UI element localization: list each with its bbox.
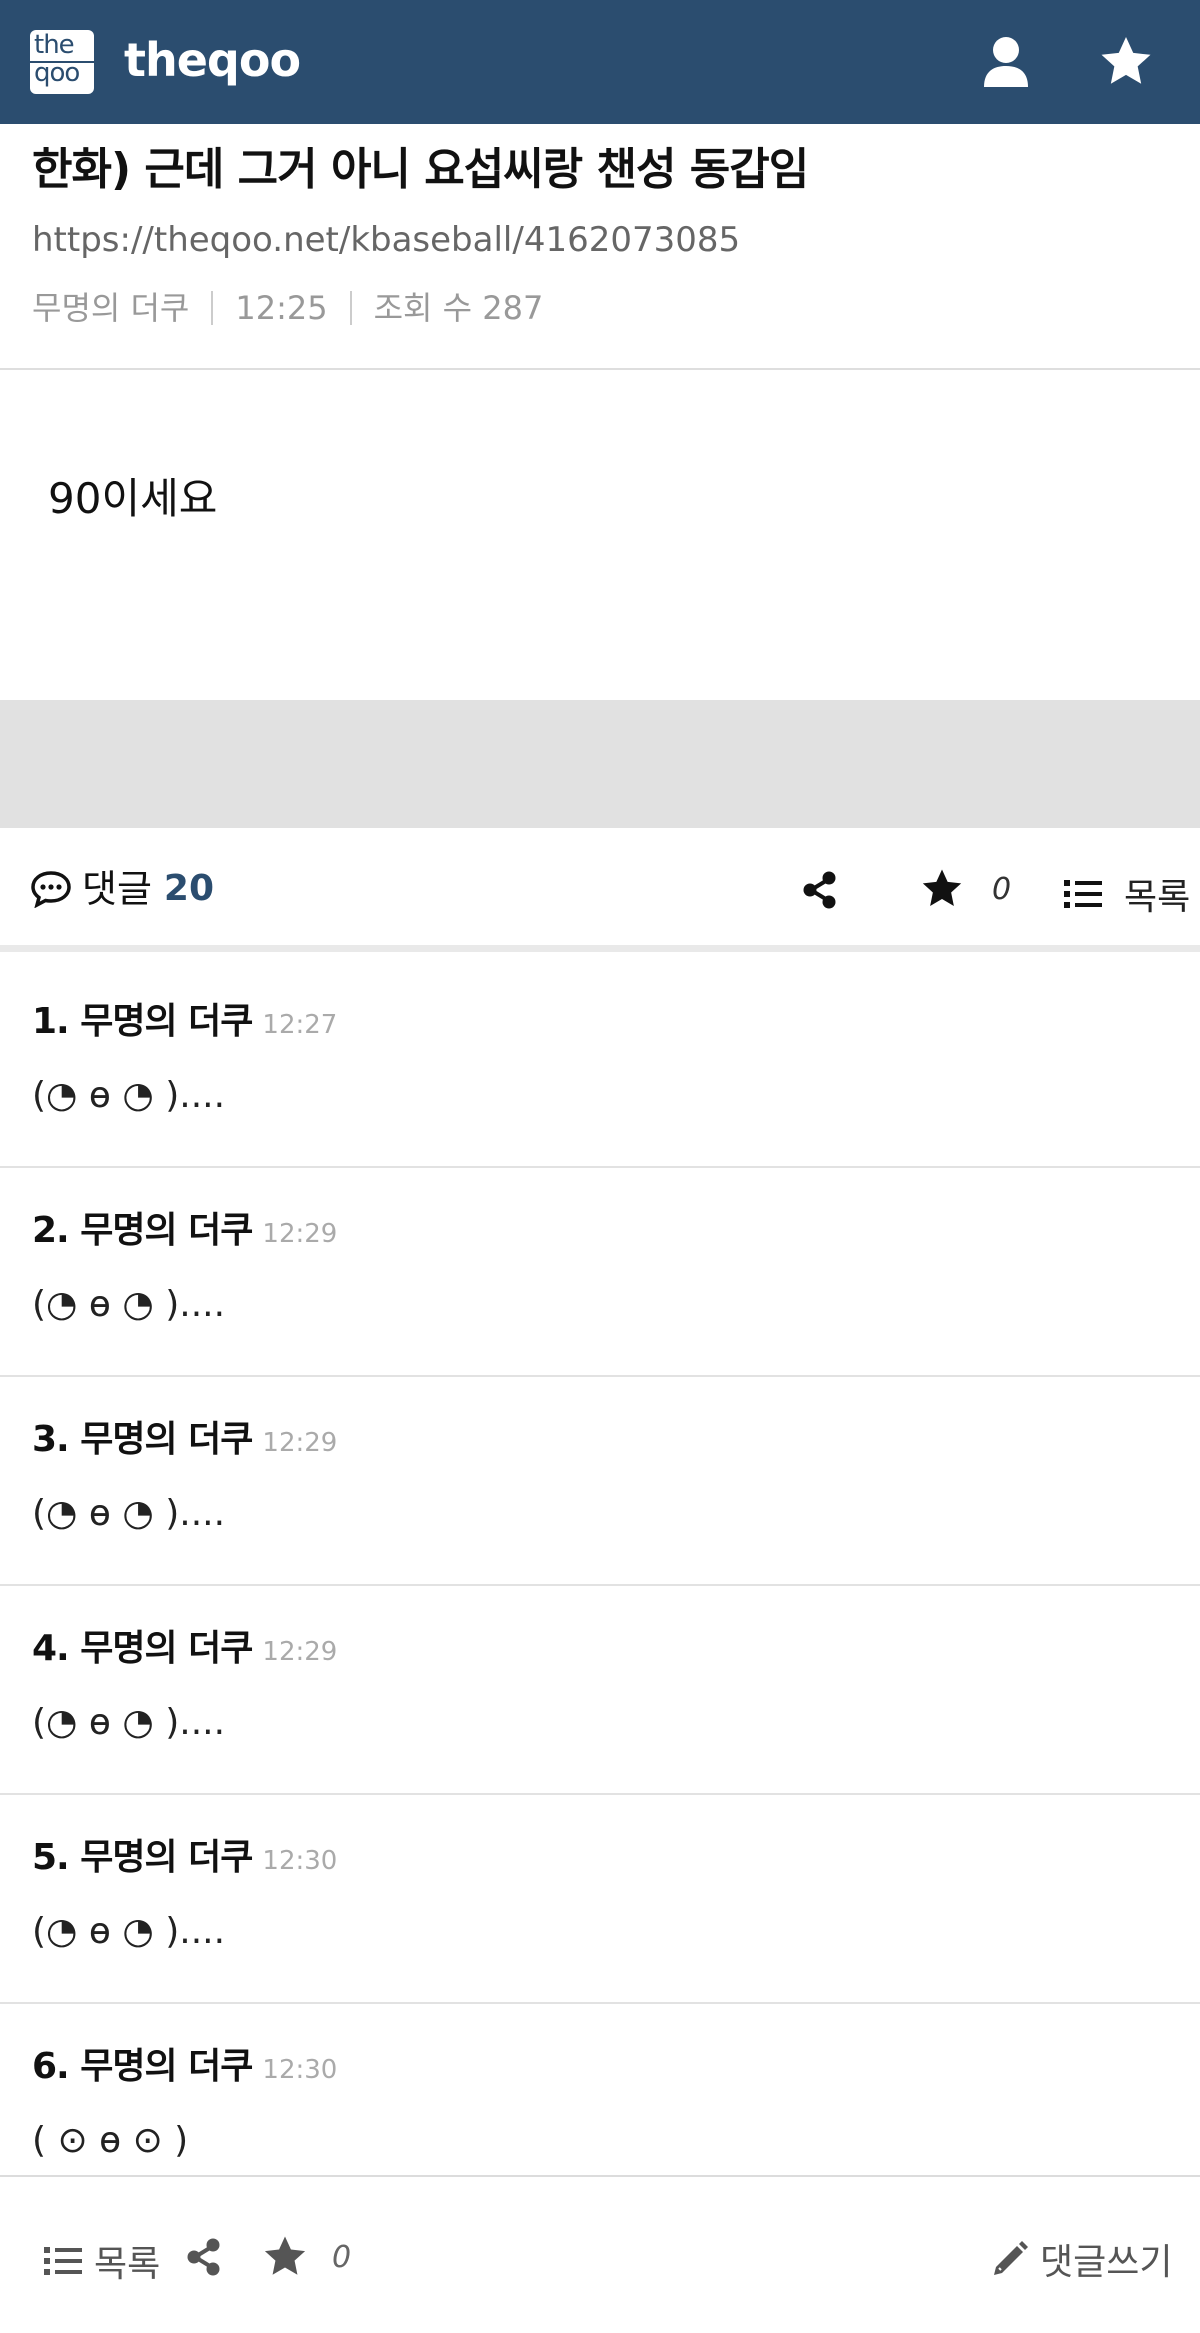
star-icon[interactable] <box>1094 30 1158 94</box>
comment-time: 12:29 <box>262 1637 338 1667</box>
post-action-bar: 댓글 20 0 목록 <box>0 828 1200 952</box>
top-navbar: the qoo theqoo <box>0 0 1200 124</box>
post-body: 90이세요 <box>48 474 218 523</box>
star-icon <box>264 2236 306 2275</box>
write-comment-label: 댓글쓰기 <box>1040 2242 1173 2283</box>
bottom-favorite-count: 0 <box>332 2239 352 2275</box>
comment-text: (◔ ɵ ◔ ).... <box>32 1284 226 1325</box>
theqoo-logo[interactable]: the qoo <box>30 30 94 94</box>
pencil-icon <box>994 2241 1028 2275</box>
user-icon[interactable] <box>974 30 1038 94</box>
comment-text: ( ⊙ ɵ ⊙ ) <box>32 2120 189 2161</box>
bottom-list-label: 목록 <box>94 2244 161 2285</box>
comment-text: (◔ ɵ ◔ ).... <box>32 1075 226 1116</box>
comment-list: 1. 무명의 더쿠 12:27 (◔ ɵ ◔ ).... 2. 무명의 더쿠 1… <box>0 959 1200 2213</box>
share-icon[interactable] <box>800 870 840 910</box>
comment-time: 12:29 <box>262 1428 338 1458</box>
comment-time: 12:30 <box>262 2055 338 2085</box>
comment-header: 3. 무명의 더쿠 12:29 <box>32 1415 337 1468</box>
ad-placeholder <box>0 700 1200 828</box>
logo-text-bottom: qoo <box>34 58 80 88</box>
comment-text: (◔ ɵ ◔ ).... <box>32 1702 226 1743</box>
share-icon[interactable] <box>184 2237 224 2277</box>
list-button[interactable]: 목록 <box>1064 868 1190 920</box>
comment-author[interactable]: 3. 무명의 더쿠 <box>32 1415 253 1465</box>
comment-time: 12:29 <box>262 1219 338 1249</box>
comment-author[interactable]: 5. 무명의 더쿠 <box>32 1833 253 1883</box>
list-icon <box>1064 880 1102 908</box>
comment-text: (◔ ɵ ◔ ).... <box>32 1493 226 1534</box>
comment-count[interactable]: 댓글 20 <box>30 864 214 914</box>
meta-divider <box>349 291 352 325</box>
comment-header: 1. 무명의 더쿠 12:27 <box>32 997 337 1050</box>
comment-item: 3. 무명의 더쿠 12:29 (◔ ɵ ◔ ).... <box>0 1377 1200 1586</box>
comment-item: 5. 무명의 더쿠 12:30 (◔ ɵ ◔ ).... <box>0 1795 1200 2004</box>
meta-divider <box>211 291 214 325</box>
divider <box>0 368 1200 370</box>
post-time: 12:25 <box>235 289 328 327</box>
comment-label: 댓글 <box>82 867 152 911</box>
favorite-count: 0 <box>992 871 1012 907</box>
post-views: 조회 수 287 <box>373 289 544 327</box>
list-label: 목록 <box>1124 877 1191 918</box>
comment-author[interactable]: 6. 무명의 더쿠 <box>32 2042 253 2092</box>
logo-text-top: the <box>34 30 75 60</box>
comment-author[interactable]: 2. 무명의 더쿠 <box>32 1206 253 1256</box>
comment-count-number: 20 <box>163 868 215 909</box>
comment-text: (◔ ɵ ◔ ).... <box>32 1911 226 1952</box>
post-author[interactable]: 무명의 더쿠 <box>32 284 189 332</box>
comment-time: 12:27 <box>262 1010 338 1040</box>
list-icon <box>44 2247 82 2275</box>
bottom-favorite-button[interactable]: 0 <box>262 2235 351 2279</box>
comment-author[interactable]: 4. 무명의 더쿠 <box>32 1624 253 1674</box>
comment-header: 5. 무명의 더쿠 12:30 <box>32 1833 337 1886</box>
comment-header: 2. 무명의 더쿠 12:29 <box>32 1206 337 1259</box>
post-title: 한화) 근데 그거 아니 요섭씨랑 챈성 동갑임 <box>32 144 809 195</box>
bottom-toolbar: 목록 0 댓글쓰기 <box>0 2175 1200 2333</box>
comment-author[interactable]: 1. 무명의 더쿠 <box>32 997 253 1047</box>
comment-bubble-icon <box>31 871 71 908</box>
star-icon <box>922 869 962 906</box>
brand-name[interactable]: theqoo <box>124 32 301 88</box>
comment-header: 4. 무명의 더쿠 12:29 <box>32 1624 337 1677</box>
comment-item: 1. 무명의 더쿠 12:27 (◔ ɵ ◔ ).... <box>0 959 1200 1168</box>
post-url[interactable]: https://theqoo.net/kbaseball/4162073085 <box>32 216 740 264</box>
comment-time: 12:30 <box>262 1846 338 1876</box>
comment-item: 2. 무명의 더쿠 12:29 (◔ ɵ ◔ ).... <box>0 1168 1200 1377</box>
favorite-button[interactable]: 0 <box>920 868 1011 910</box>
comment-header: 6. 무명의 더쿠 12:30 <box>32 2042 337 2095</box>
comment-item: 4. 무명의 더쿠 12:29 (◔ ɵ ◔ ).... <box>0 1586 1200 1795</box>
bottom-list-button[interactable]: 목록 <box>44 2235 160 2287</box>
post-meta: 무명의 더쿠 12:25 조회 수 287 <box>32 284 543 332</box>
write-comment-button[interactable]: 댓글쓰기 <box>990 2233 1172 2285</box>
